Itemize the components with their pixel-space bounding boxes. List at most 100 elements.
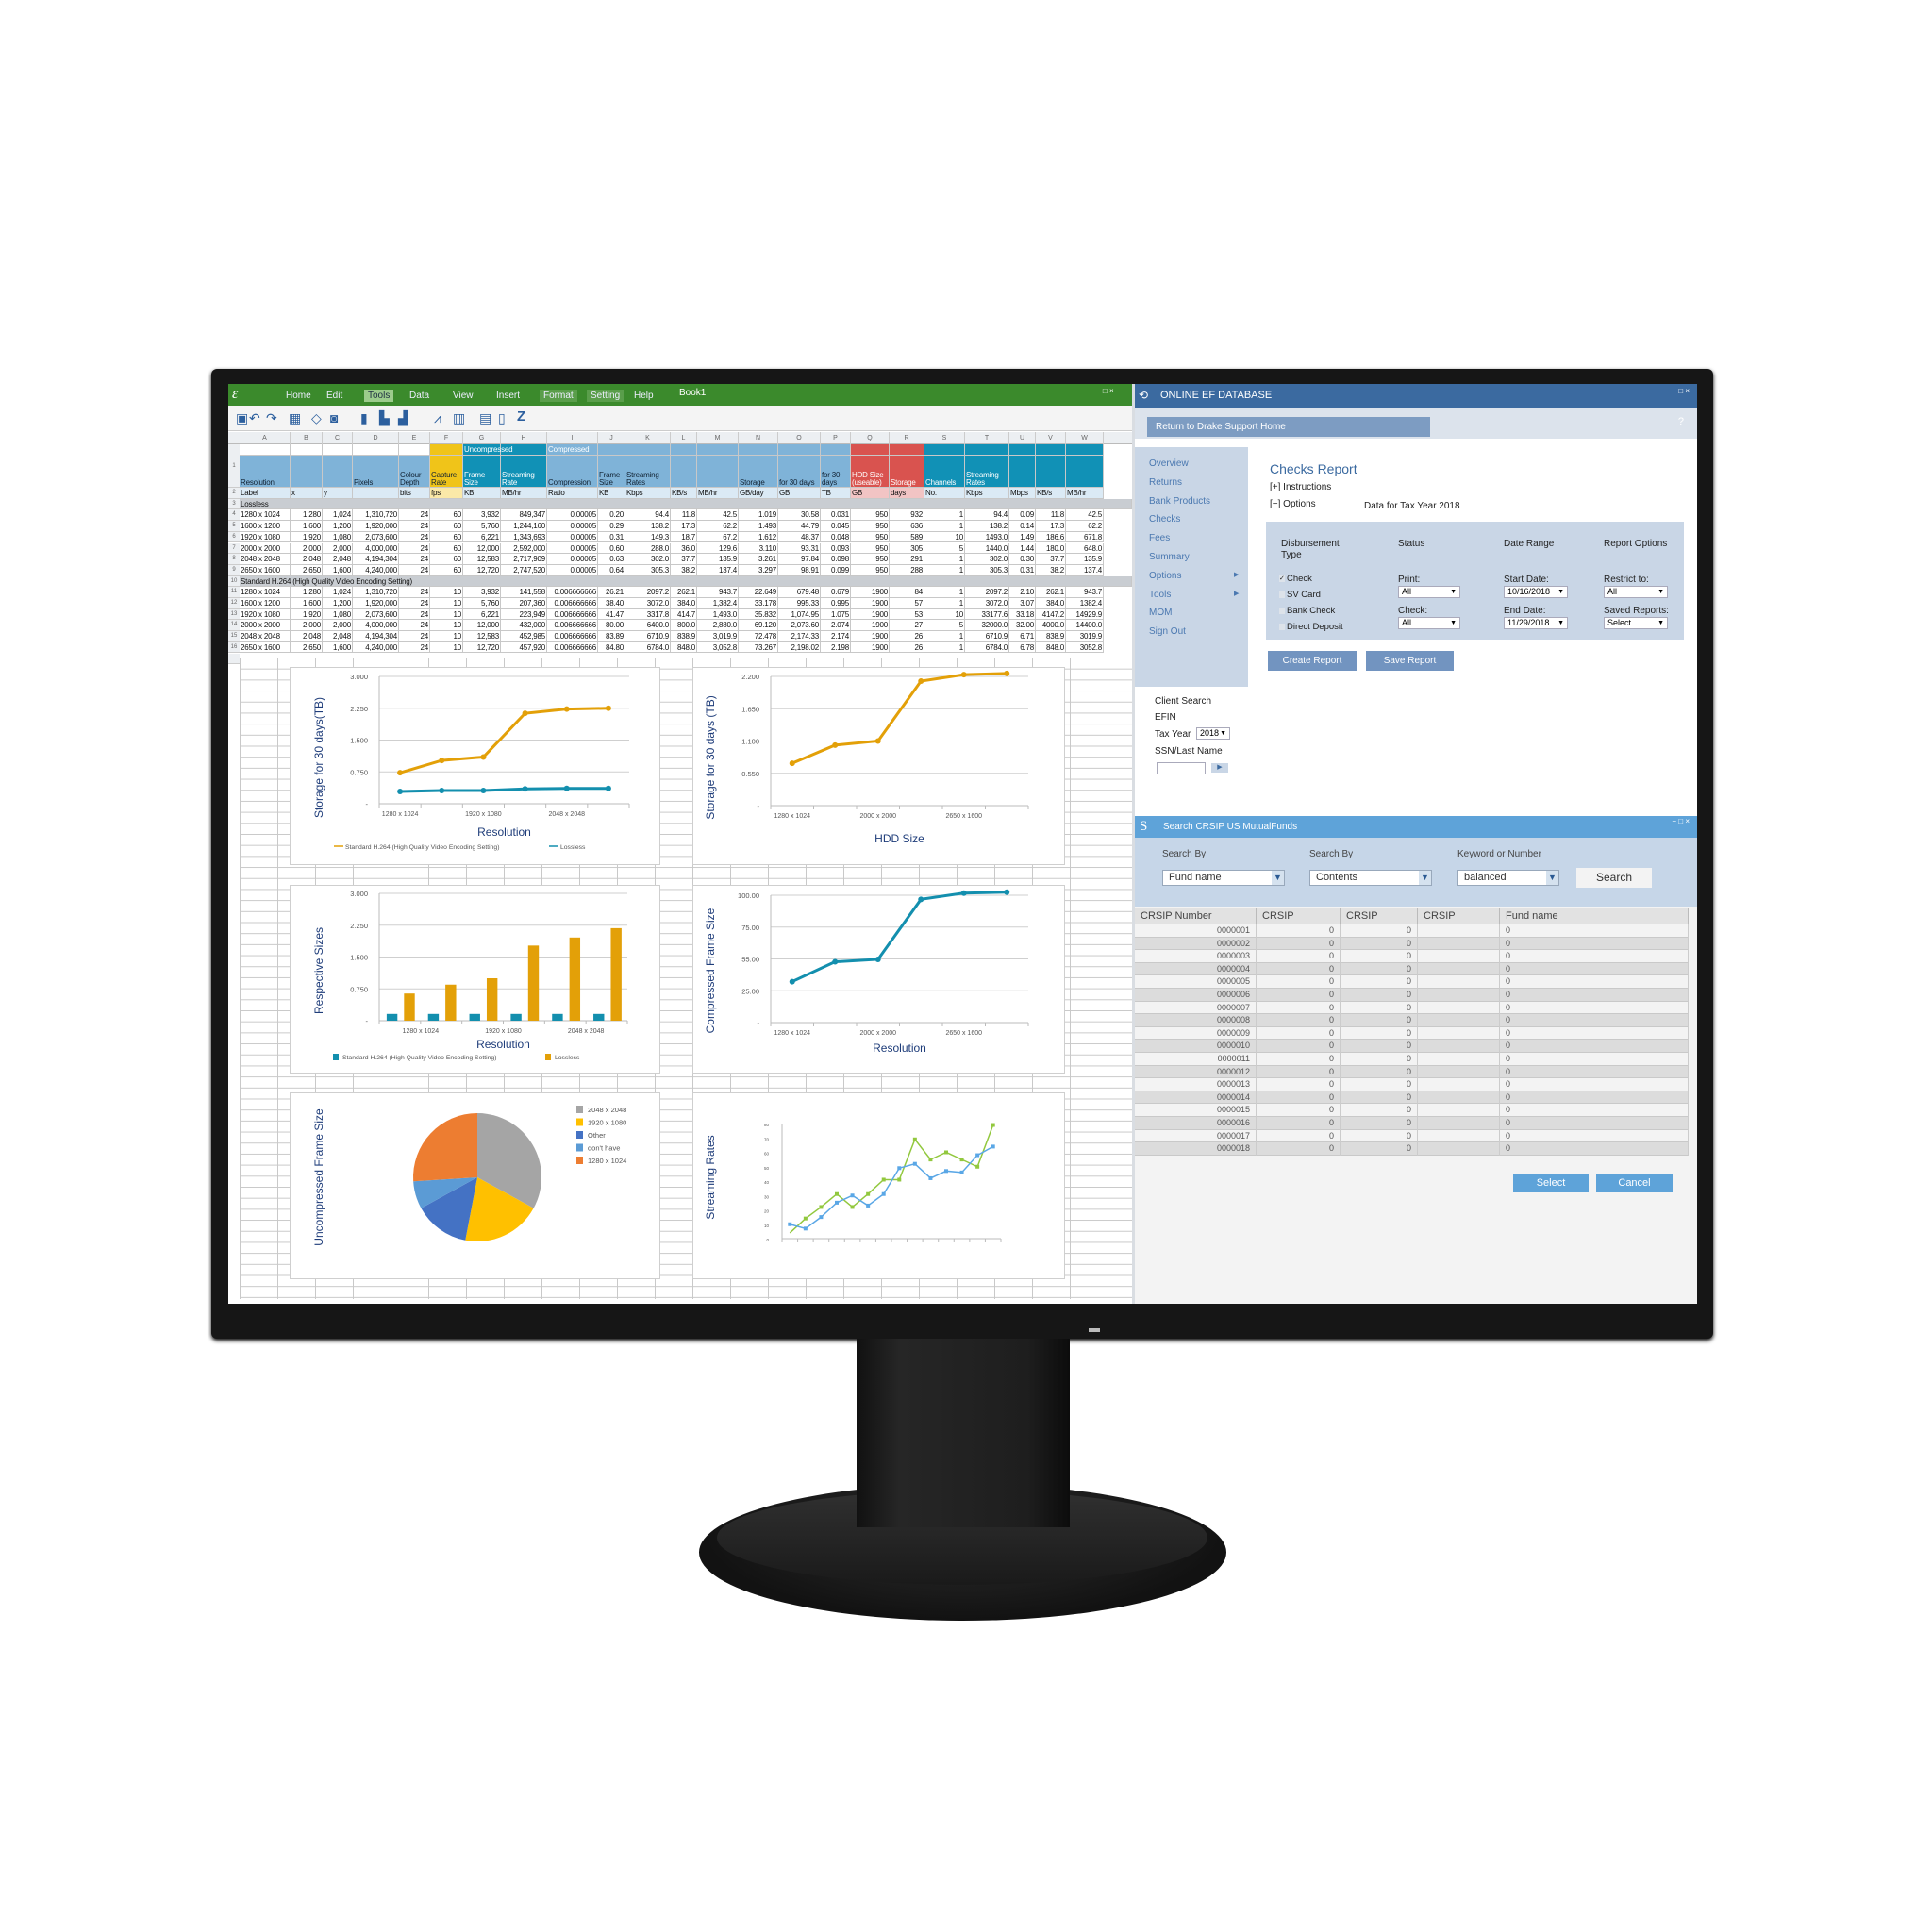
data-cell[interactable]: 2000 x 2000 <box>240 542 291 555</box>
data-cell[interactable]: 83.89 <box>598 631 625 642</box>
data-cell[interactable]: 97.84 <box>778 554 821 565</box>
data-point[interactable] <box>866 1203 871 1208</box>
data-cell[interactable]: 2,048 <box>323 554 353 565</box>
data-cell[interactable]: 0.31 <box>1009 564 1036 576</box>
data-cell[interactable]: 94.4 <box>965 509 1009 522</box>
data-cell[interactable]: 1493.0 <box>965 531 1009 543</box>
data-cell[interactable]: 0.006666666 <box>547 641 598 654</box>
data-cell[interactable]: 414.7 <box>671 608 697 621</box>
data-point[interactable] <box>835 1200 839 1205</box>
bar[interactable] <box>469 1013 480 1021</box>
data-point[interactable] <box>788 1222 792 1226</box>
data-cell[interactable]: 2,073,600 <box>353 531 399 543</box>
data-cell[interactable]: 10 <box>430 608 463 621</box>
data-cell[interactable]: 6.71 <box>1009 631 1036 642</box>
data-cell[interactable]: 0.006666666 <box>547 631 598 642</box>
header-cell[interactable]: Streaming Rate <box>501 456 547 488</box>
data-cell[interactable]: 1,343,693 <box>501 531 547 543</box>
data-cell[interactable]: 950 <box>851 509 890 522</box>
data-cell[interactable]: 1 <box>924 641 965 654</box>
data-cell[interactable]: 1.075 <box>821 608 851 621</box>
row-number[interactable]: 13 <box>228 608 240 621</box>
data-cell[interactable]: 223,949 <box>501 608 547 621</box>
data-point[interactable] <box>918 677 924 684</box>
data-cell[interactable]: 1.612 <box>739 531 778 543</box>
data-cell[interactable]: 60 <box>430 509 463 522</box>
data-cell[interactable]: 2,747,520 <box>501 564 547 576</box>
data-point[interactable] <box>944 1150 948 1155</box>
data-cell[interactable]: 24 <box>399 554 430 565</box>
data-cell[interactable]: 2,174.33 <box>778 631 821 642</box>
data-cell[interactable]: 1,080 <box>323 531 353 543</box>
data-cell[interactable]: 1 <box>924 564 965 576</box>
data-cell[interactable]: 3.110 <box>739 542 778 555</box>
data-cell[interactable]: 137.4 <box>1066 564 1104 576</box>
menu-data[interactable]: Data <box>406 390 433 402</box>
data-cell[interactable]: 60 <box>430 564 463 576</box>
camera-icon[interactable]: ◙ <box>330 410 338 425</box>
data-cell[interactable]: 950 <box>851 554 890 565</box>
data-cell[interactable]: 44.79 <box>778 521 821 532</box>
data-cell[interactable]: 2,000 <box>323 542 353 555</box>
data-cell[interactable]: 4,194,304 <box>353 631 399 642</box>
data-cell[interactable]: 1,244,160 <box>501 521 547 532</box>
data-cell[interactable]: 0.099 <box>821 564 851 576</box>
data-point[interactable] <box>897 1177 902 1182</box>
data-cell[interactable]: 149.3 <box>625 531 671 543</box>
data-cell[interactable]: 12,583 <box>463 631 501 642</box>
data-cell[interactable]: 1,600 <box>291 598 323 609</box>
data-cell[interactable]: 302.0 <box>965 554 1009 565</box>
data-cell[interactable]: 37.7 <box>1036 554 1066 565</box>
print-select[interactable]: All ▼ <box>1398 586 1460 598</box>
data-cell[interactable]: 12,000 <box>463 542 501 555</box>
data-point[interactable] <box>605 705 611 711</box>
data-cell[interactable]: 98.91 <box>778 564 821 576</box>
data-cell[interactable]: 0.00005 <box>547 509 598 522</box>
data-cell[interactable]: 1600 x 1200 <box>240 521 291 532</box>
data-point[interactable] <box>881 1177 886 1182</box>
data-cell[interactable]: 2097.2 <box>625 587 671 598</box>
data-cell[interactable]: 636 <box>890 521 924 532</box>
data-cell[interactable]: 995.33 <box>778 598 821 609</box>
unit-cell[interactable]: fps <box>430 488 463 499</box>
data-cell[interactable]: 1280 x 1024 <box>240 587 291 598</box>
data-cell[interactable]: 38.2 <box>1036 564 1066 576</box>
data-cell[interactable]: 0.31 <box>598 531 625 543</box>
data-cell[interactable]: 1,200 <box>323 521 353 532</box>
data-cell[interactable]: 5,760 <box>463 598 501 609</box>
data-cell[interactable]: 848.0 <box>1036 641 1066 654</box>
data-cell[interactable]: 10 <box>430 620 463 632</box>
data-cell[interactable]: 1,920,000 <box>353 598 399 609</box>
checkbox-check[interactable]: ✓ <box>1279 575 1285 582</box>
data-point[interactable] <box>803 1216 808 1221</box>
data-cell[interactable]: 67.2 <box>697 531 739 543</box>
data-cell[interactable]: 93.31 <box>778 542 821 555</box>
bar[interactable] <box>386 1013 398 1021</box>
unit-cell[interactable]: Kbps <box>625 488 671 499</box>
redo-icon[interactable]: ↷ <box>266 410 277 426</box>
data-cell[interactable]: 10 <box>924 531 965 543</box>
go-arrow-icon[interactable]: ▶ <box>1211 763 1228 773</box>
data-cell[interactable]: 11.8 <box>671 509 697 522</box>
column-chart-icon[interactable]: ▙ <box>379 410 390 426</box>
data-cell[interactable]: 11.8 <box>1036 509 1066 522</box>
data-cell[interactable]: 24 <box>399 521 430 532</box>
data-cell[interactable]: 1,600 <box>291 521 323 532</box>
select-button[interactable]: Select <box>1513 1174 1589 1192</box>
column-header-I[interactable]: I <box>547 432 598 444</box>
header-cell[interactable] <box>697 456 739 488</box>
header-cell[interactable]: Storage <box>890 456 924 488</box>
data-point[interactable] <box>960 890 967 896</box>
data-point[interactable] <box>522 786 528 792</box>
data-point[interactable] <box>819 1205 824 1209</box>
data-cell[interactable]: 1.493 <box>739 521 778 532</box>
data-cell[interactable]: 1280 x 1024 <box>240 509 291 522</box>
restrict-select[interactable]: All ▼ <box>1604 586 1668 598</box>
column-header-S[interactable]: S <box>924 432 965 444</box>
data-cell[interactable]: 38.2 <box>671 564 697 576</box>
data-cell[interactable]: 138.2 <box>625 521 671 532</box>
nav-returns[interactable]: Returns <box>1149 477 1182 488</box>
data-cell[interactable]: 3.07 <box>1009 598 1036 609</box>
column-header-O[interactable]: O <box>778 432 821 444</box>
data-cell[interactable]: 80.00 <box>598 620 625 632</box>
